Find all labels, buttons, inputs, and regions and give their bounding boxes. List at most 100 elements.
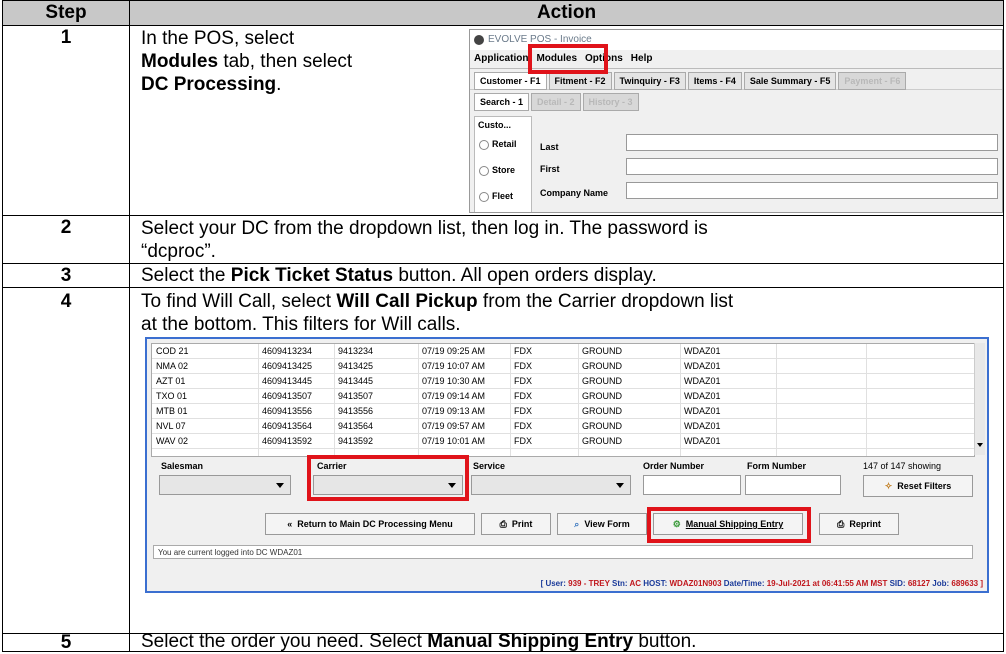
tab-items[interactable]: Items - F4 <box>687 72 742 90</box>
text: Select the order you need. Select <box>141 631 428 652</box>
button-label: Reprint <box>849 519 881 529</box>
text-line: Select your DC from the dropdown list, t… <box>141 218 708 239</box>
tab-customer[interactable]: Customer - F1 <box>474 72 547 90</box>
button-label: Return to Main DC Processing Menu <box>297 519 453 529</box>
text-line: “dcproc”. <box>141 241 216 262</box>
table-cell: WDAZ01 <box>684 436 721 446</box>
table-row[interactable]: TXO 01 4609413507 9413507 07/19 09:14 AM FDX… <box>152 389 974 404</box>
print-button[interactable]: ⎙ Print <box>481 513 551 535</box>
highlight-box <box>528 44 608 74</box>
return-main-menu-button[interactable]: « Return to Main DC Processing Menu <box>265 513 475 535</box>
table-cell: FDX <box>514 361 532 371</box>
text: button. <box>633 631 697 652</box>
radio-icon <box>479 165 489 176</box>
tab-fitment[interactable]: Fitment - F2 <box>548 72 612 90</box>
table-cell: FDX <box>514 421 532 431</box>
salesman-dropdown[interactable] <box>159 475 291 495</box>
radio-fleet[interactable]: Fleet <box>479 191 513 202</box>
form-number-input[interactable] <box>745 475 841 495</box>
bold-text: Pick Ticket Status <box>230 265 394 286</box>
evolve-logo-icon <box>474 35 484 45</box>
text: tab, then select <box>218 51 353 72</box>
step-4-text: To find Will Call, select Will Call Pick… <box>141 290 1001 336</box>
session-info: [ User: 939 - TREY Stn: AC HOST: WDAZ01N… <box>541 579 983 588</box>
bold-text: DC Processing <box>141 74 277 95</box>
label-first: First <box>540 164 560 174</box>
footer-label: HOST: <box>641 579 670 588</box>
pos-screenshot: EVOLVE POS - Invoice Application Modules O… <box>469 29 1003 213</box>
chevron-down-icon <box>276 483 284 488</box>
menu-application[interactable]: Application <box>474 53 528 64</box>
radio-retail[interactable]: Retail <box>479 139 517 150</box>
tab-detail: Detail - 2 <box>531 93 581 111</box>
scroll-down-icon <box>977 443 983 447</box>
radio-label: Retail <box>492 139 517 149</box>
company-name-input[interactable] <box>626 182 998 199</box>
label-last: Last <box>540 142 559 152</box>
grid-scrollbar[interactable] <box>974 343 985 455</box>
table-cell: WDAZ01 <box>684 421 721 431</box>
table-cell: GROUND <box>582 376 622 386</box>
tab-sale-summary[interactable]: Sale Summary - F5 <box>743 72 837 90</box>
bold-text: Modules <box>141 51 219 72</box>
table-row[interactable]: WAV 02 4609413592 9413592 07/19 10:01 AM FDX… <box>152 434 974 449</box>
table-cell: 4609413507 <box>262 391 313 401</box>
step-header: Step <box>45 2 87 23</box>
table-cell: 07/19 09:13 AM <box>422 406 486 416</box>
footer-value: 68127 <box>907 579 931 588</box>
table-cell: TXO 01 <box>156 391 188 401</box>
footer-value: 939 - TREY <box>568 579 610 588</box>
label-company: Company Name <box>540 188 609 198</box>
status-message: You are current logged into DC WDAZ01 <box>153 545 973 559</box>
tab-twinquiry[interactable]: Twinquiry - F3 <box>613 72 686 90</box>
menu-help[interactable]: Help <box>631 53 653 64</box>
table-row[interactable]: MTB 01 4609413556 9413556 07/19 09:13 AM FDX… <box>152 404 974 419</box>
text: Select the <box>141 265 231 286</box>
step-5-text: Select the order you need. Select Manual… <box>141 630 1001 653</box>
form-number-label: Form Number <box>747 461 807 471</box>
reset-filters-button[interactable]: ✧ Reset Filters <box>863 475 973 497</box>
footer-value: WDAZ01N903 <box>669 579 722 588</box>
table-row[interactable]: AZT 01 4609413445 9413445 07/19 10:30 AM FDX… <box>152 374 974 389</box>
order-number-input[interactable] <box>643 475 741 495</box>
table-row[interactable]: NMA 02 4609413425 9413425 07/19 10:07 AM FDX… <box>152 359 974 374</box>
table-cell: WDAZ01 <box>684 361 721 371</box>
panel-title: Custo... <box>478 120 511 130</box>
footer-value: AC <box>629 579 642 588</box>
button-label: View Form <box>584 519 630 529</box>
table-cell: 4609413425 <box>262 361 313 371</box>
table-row[interactable]: COD 21 4609413234 9413234 07/19 09:25 AM FDX… <box>152 344 974 359</box>
magnifier-icon: ⌕ <box>574 519 580 529</box>
table-cell: WDAZ01 <box>684 376 721 386</box>
table-cell: FDX <box>514 391 532 401</box>
first-name-input[interactable] <box>626 158 998 175</box>
text: To find Will Call, select <box>141 291 337 312</box>
footer-label: Job: <box>930 579 952 588</box>
radio-label: Fleet <box>492 191 514 201</box>
broom-icon: ✧ <box>884 481 893 491</box>
table-cell: FDX <box>514 376 532 386</box>
sub-tabs: Search - 1 Detail - 2 History - 3 <box>470 89 1002 111</box>
service-label: Service <box>473 461 506 471</box>
last-name-input[interactable] <box>626 134 998 151</box>
instruction-table: Step Action 1 In the POS, select Modules… <box>2 0 1004 653</box>
row-divider <box>3 287 1003 288</box>
row-divider <box>3 215 1003 216</box>
footer-label: SID: <box>887 579 908 588</box>
table-cell: GROUND <box>582 421 622 431</box>
radio-store[interactable]: Store <box>479 165 515 176</box>
tab-search[interactable]: Search - 1 <box>474 93 530 111</box>
table-cell: GROUND <box>582 406 622 416</box>
table-cell: 9413564 <box>338 421 374 431</box>
table-cell: WDAZ01 <box>684 346 721 356</box>
table-row[interactable]: NVL 07 4609413564 9413564 07/19 09:57 AM FDX… <box>152 419 974 434</box>
table-cell: 4609413445 <box>262 376 313 386</box>
table-cell: FDX <box>514 436 532 446</box>
service-dropdown[interactable] <box>471 475 631 495</box>
table-cell: FDX <box>514 346 532 356</box>
table-cell: 07/19 09:14 AM <box>422 391 486 401</box>
reprint-button[interactable]: ⎙ Reprint <box>819 513 899 535</box>
view-form-button[interactable]: ⌕ View Form <box>557 513 647 535</box>
highlight-box <box>307 455 469 501</box>
radio-icon <box>479 139 489 150</box>
